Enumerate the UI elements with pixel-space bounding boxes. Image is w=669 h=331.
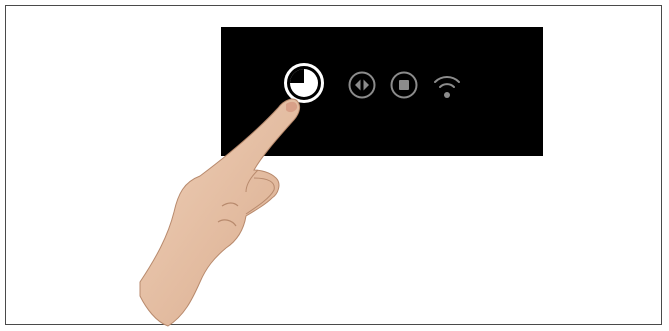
stop-icon[interactable] [390, 71, 418, 99]
image-frame [5, 5, 662, 327]
hand-pointer [139, 98, 301, 327]
wifi-icon[interactable] [431, 70, 463, 102]
skip-icon[interactable] [348, 71, 376, 99]
